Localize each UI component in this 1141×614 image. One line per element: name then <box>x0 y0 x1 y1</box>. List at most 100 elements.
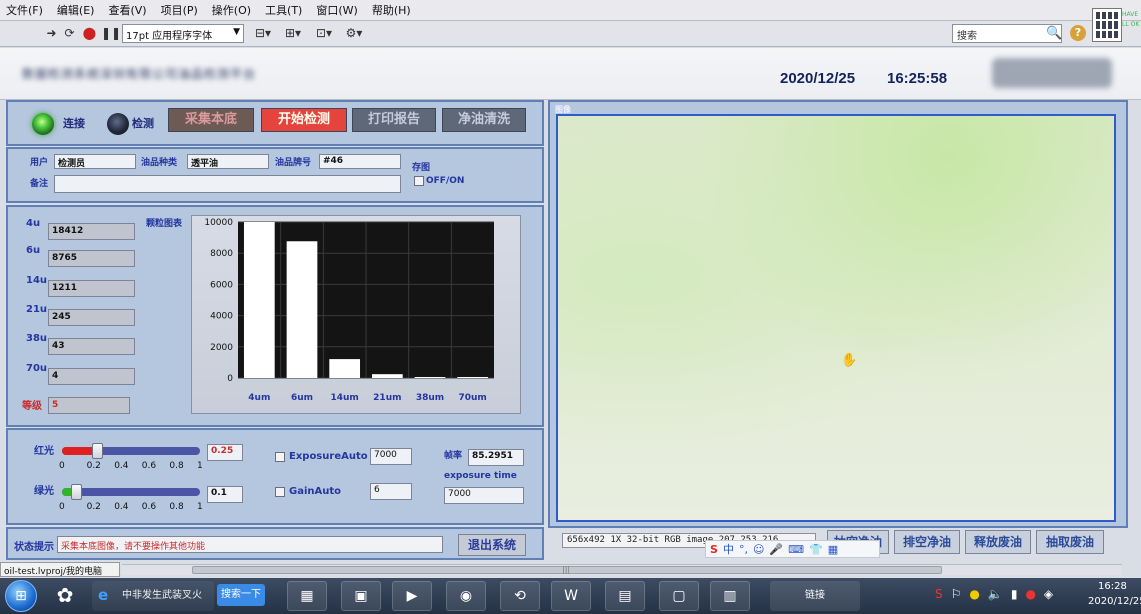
help-icon[interactable]: ? <box>1070 25 1086 41</box>
labview-vi-icon[interactable]: ▶ <box>392 581 432 611</box>
taskbar-clock-time[interactable]: 16:28 <box>1098 581 1127 592</box>
distribute-icon[interactable]: ⊞▾ <box>282 26 304 41</box>
app-header: 数据检测系统深圳有限公司油品检测平台 2020/12/25 16:25:58 <box>0 48 1141 100</box>
taskbar-clock-date[interactable]: 2020/12/25 <box>1088 596 1141 607</box>
horizontal-scrollbar[interactable]: ||| <box>122 564 1122 575</box>
ime-shirt-icon[interactable]: 👕 <box>809 543 823 556</box>
menu-window[interactable]: 窗口(W) <box>316 2 357 18</box>
gain-value-field[interactable]: 6 <box>370 483 412 500</box>
green-light-slider-track[interactable] <box>62 488 200 496</box>
chart-y-tick-label: 10000 <box>204 218 233 228</box>
camera-image-display[interactable]: ✋ <box>556 114 1116 522</box>
exposure-value-field[interactable]: 7000 <box>370 448 412 465</box>
alert-icon[interactable]: ● <box>1025 587 1035 601</box>
chrome-icon[interactable]: ◉ <box>446 581 486 611</box>
red-light-value[interactable]: 0.25 <box>207 444 243 461</box>
word-icon[interactable]: W <box>551 581 591 611</box>
resize-icon[interactable]: ⊡▾ <box>313 26 335 41</box>
header-time: 16:25:58 <box>887 70 948 87</box>
chart-y-tick-label: 8000 <box>210 249 233 259</box>
frame-rate-value: 85.2951 <box>468 449 524 466</box>
sogou-icon[interactable]: S <box>935 587 943 601</box>
count-value-14u: 1211 <box>48 280 135 297</box>
system-tray: S ⚐ ● 🔈 ▮ ● ◈ <box>935 587 1053 601</box>
labview-project-icon[interactable]: ▣ <box>341 581 381 611</box>
ime-mode[interactable]: 中 <box>723 541 734 557</box>
refresh-app-icon[interactable]: ⟲ <box>500 581 540 611</box>
taskbar-ie-window[interactable]: e 中非发生武装叉火 <box>92 581 214 611</box>
ime-emoji-icon[interactable]: ☺ <box>753 543 764 556</box>
save-image-checkbox[interactable] <box>414 176 424 186</box>
align-icon[interactable]: ⊟▾ <box>252 26 274 41</box>
exposure-time-field[interactable]: 7000 <box>444 487 524 504</box>
start-button[interactable]: ⊞ <box>5 580 37 612</box>
tray-extra-icon[interactable]: ◈ <box>1044 587 1053 601</box>
slider-tick-label: 0.6 <box>141 461 157 471</box>
chart-y-tick-label: 4000 <box>210 312 233 322</box>
run-continuous-icon[interactable]: ⟳ <box>62 26 77 41</box>
red-light-slider-thumb[interactable] <box>91 443 103 459</box>
remote-desktop-icon[interactable]: ▢ <box>659 581 699 611</box>
security-icon[interactable]: ● <box>969 587 979 601</box>
logo-side-line-2: LL OK <box>1122 21 1140 28</box>
run-arrow-icon[interactable]: ➜ <box>44 26 59 41</box>
ime-toolbar[interactable]: S 中 °, ☺ 🎤 ⌨ 👕 ▦ <box>705 540 880 558</box>
network-icon[interactable]: ▮ <box>1011 587 1018 601</box>
exit-system-button[interactable]: 退出系统 <box>458 534 526 556</box>
taskbar-link[interactable]: 链接 <box>770 581 860 611</box>
ime-punct-icon[interactable]: °, <box>739 543 748 556</box>
flag-icon[interactable]: ⚐ <box>951 587 962 601</box>
collect-background-button[interactable]: 采集本底 <box>168 108 254 132</box>
chart-bar <box>329 359 361 378</box>
count-label-21u: 21u <box>26 304 48 315</box>
frame-rate-label: 帧率 <box>444 451 463 461</box>
media-app-icon[interactable]: ▤ <box>605 581 645 611</box>
menu-edit[interactable]: 编辑(E) <box>57 2 95 18</box>
abort-icon[interactable]: ⬤ <box>82 26 97 41</box>
search-placeholder: 搜索 <box>957 31 977 42</box>
oil-clean-button[interactable]: 净油清洗 <box>442 108 526 132</box>
font-select[interactable]: 17pt 应用程序字体 ▼ <box>122 24 244 43</box>
ime-grid-icon[interactable]: ▦ <box>828 543 838 556</box>
company-name: 数据检测系统深圳有限公司油品检测平台 <box>22 67 257 81</box>
green-light-value[interactable]: 0.1 <box>207 486 243 503</box>
chart-x-tick-label: 21um <box>373 393 401 403</box>
logo-side-text: HAVE LL OK <box>1122 10 1141 30</box>
reorder-icon[interactable]: ⚙▾ <box>343 26 365 41</box>
menu-help[interactable]: 帮助(H) <box>372 2 411 18</box>
chart-bar <box>457 377 489 378</box>
archive-app-icon[interactable]: ▥ <box>710 581 750 611</box>
menu-operate[interactable]: 操作(O) <box>212 2 251 18</box>
pause-icon[interactable]: ❚❚ <box>101 26 121 41</box>
exposure-auto-checkbox[interactable] <box>275 452 285 462</box>
app-pinwheel-icon[interactable]: ✿ <box>45 581 85 611</box>
menu-file[interactable]: 文件(F) <box>6 2 43 18</box>
user-field[interactable]: 检测员 <box>54 154 136 169</box>
green-light-slider-thumb[interactable] <box>70 484 82 500</box>
connect-label: 连接 <box>63 117 85 130</box>
note-field[interactable] <box>54 175 401 193</box>
print-report-button[interactable]: 打印报告 <box>352 108 436 132</box>
count-label-6u: 6u <box>26 245 41 256</box>
release-waste-oil-button[interactable]: 释放废油 <box>965 530 1031 554</box>
oil-type-field[interactable]: 透平油 <box>187 154 269 169</box>
connect-led-icon <box>32 113 54 135</box>
ime-keyboard-icon[interactable]: ⌨ <box>788 543 804 556</box>
drain-clean-oil-button[interactable]: 排空净油 <box>894 530 960 554</box>
start-detect-button[interactable]: 开始检测 <box>261 108 347 132</box>
search-icon[interactable]: 🔍 <box>1046 26 1062 41</box>
oil-grade-field[interactable]: #46 <box>319 154 401 169</box>
volume-icon[interactable]: 🔈 <box>988 587 1003 601</box>
taskbar-search-button[interactable]: 搜索一下 <box>217 584 265 606</box>
chevron-down-icon: ▼ <box>233 27 240 37</box>
menu-view[interactable]: 查看(V) <box>108 2 146 18</box>
menu-project[interactable]: 项目(P) <box>161 2 198 18</box>
ime-mic-icon[interactable]: 🎤 <box>769 543 783 556</box>
particle-count-panel: 4u 18412 6u 8765 14u 1211 21u 245 38u 43… <box>6 205 544 427</box>
slider-tick-label: 1 <box>197 461 203 471</box>
gain-auto-checkbox[interactable] <box>275 487 285 497</box>
menu-tools[interactable]: 工具(T) <box>265 2 302 18</box>
slider-tick-label: 0.6 <box>141 502 157 512</box>
extract-waste-oil-button[interactable]: 抽取废油 <box>1036 530 1104 554</box>
excel-icon[interactable]: ▦ <box>287 581 327 611</box>
